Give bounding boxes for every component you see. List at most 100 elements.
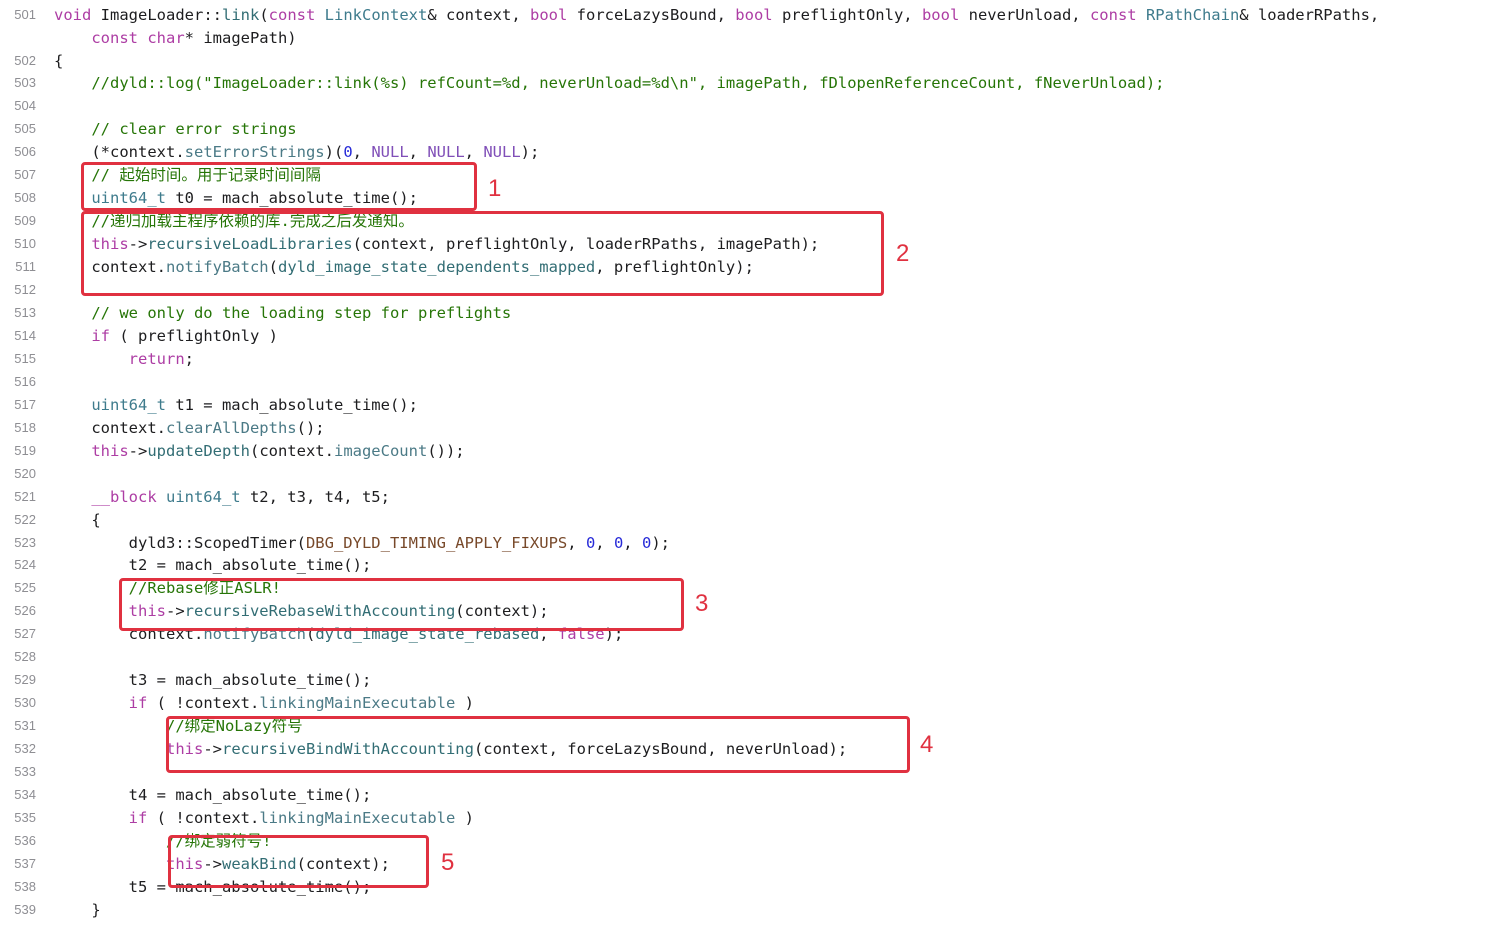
code-token: { [54,511,101,529]
code-token: link [222,6,260,24]
line-number: 538 [14,879,36,894]
line-number: 520 [14,466,36,481]
code-token: 0 [343,143,353,161]
code-token: )( [324,143,344,161]
code-line[interactable]: 501 void ImageLoader::link(const LinkCont… [0,4,1500,26]
code-token: ( [259,6,269,24]
code-token: preflightOnly, [781,6,922,24]
code-token: (context. [249,442,334,460]
line-number: 501 [14,7,36,22]
line-number: 524 [14,557,36,572]
code-text: dyld3::ScopedTimer(DBG_DYLD_TIMING_APPLY… [54,532,670,554]
code-token: 0 [613,534,624,552]
code-line[interactable]: 505 // clear error strings [0,118,1500,140]
code-token: (*context. [54,143,185,161]
code-line[interactable]: 524 t2 = mach_absolute_time(); [0,554,1500,576]
code-line[interactable]: 515 return; [0,348,1500,370]
code-text: t4 = mach_absolute_time(); [54,784,372,806]
line-number: 517 [14,397,36,412]
code-token: NULL [371,143,409,161]
code-token: if [128,809,148,827]
annotation-box-3 [119,578,684,631]
line-number: 506 [14,144,36,159]
code-token: if [91,327,110,345]
code-line[interactable]: 513 // we only do the loading step for p… [0,302,1500,324]
code-token: bool [921,6,969,24]
code-token: dyld3::ScopedTimer( [54,534,306,552]
code-token: ); [651,534,670,552]
code-token: ; [184,350,194,368]
code-line[interactable]: 522 { [0,509,1500,531]
code-text: uint64_t t1 = mach_absolute_time(); [54,394,418,416]
code-token: imageCount [333,442,428,460]
line-number: 533 [14,764,36,779]
code-line[interactable]: 502 { [0,50,1500,72]
line-number: 525 [14,580,36,595]
line-number: 530 [14,695,36,710]
code-token: linkingMainExecutable [259,694,456,712]
code-token: RPathChain [1145,6,1240,24]
code-token: , [595,534,614,552]
line-number: 531 [14,718,36,733]
code-token: ); [520,143,540,161]
code-token: const [1089,6,1146,24]
code-token: t4 = mach_absolute_time(); [54,786,372,804]
code-token: t3 = mach_absolute_time(); [54,671,372,689]
line-number: 504 [14,98,36,113]
code-token: t2 = mach_absolute_time(); [54,556,372,574]
line-number: 532 [14,741,36,756]
code-line[interactable]: 519 this->updateDepth(context.imageCount… [0,440,1500,462]
code-text: context.clearAllDepths(); [54,417,324,439]
code-token: DBG_DYLD_TIMING_APPLY_FIXUPS [305,534,568,552]
code-line[interactable]: 520 [0,463,1500,485]
code-line[interactable]: 528 [0,646,1500,668]
code-token: updateDepth [147,442,250,460]
code-token: context. [54,419,166,437]
code-line[interactable]: 535 if ( !context.linkingMainExecutable … [0,807,1500,829]
code-line[interactable]: 506 (*context.setErrorStrings)(0, NULL, … [0,141,1500,163]
code-text: (*context.setErrorStrings)(0, NULL, NULL… [54,141,539,163]
line-number: 509 [14,213,36,228]
code-line[interactable]: 539 } [0,899,1500,921]
code-line[interactable]: 504 [0,95,1500,117]
code-line[interactable]: const char* imagePath) [0,27,1500,49]
line-number: 536 [14,833,36,848]
annotation-box-1 [81,162,477,211]
code-line[interactable]: 517 uint64_t t1 = mach_absolute_time(); [0,394,1500,416]
code-line[interactable]: 529 t3 = mach_absolute_time(); [0,669,1500,691]
code-line[interactable]: 523 dyld3::ScopedTimer(DBG_DYLD_TIMING_A… [0,532,1500,554]
code-line[interactable]: 534 t4 = mach_absolute_time(); [0,784,1500,806]
annotation-number-5: 5 [441,849,455,876]
code-token: ) [455,809,474,827]
line-number: 534 [14,787,36,802]
code-line[interactable]: 518 context.clearAllDepths(); [0,417,1500,439]
code-line[interactable]: 516 [0,371,1500,393]
code-text: const char* imagePath) [54,27,297,49]
code-line[interactable]: 503 //dyld::log("ImageLoader::link(%s) r… [0,72,1500,94]
code-token: * imagePath) [184,29,297,47]
line-number: 503 [14,75,36,90]
line-number: 518 [14,420,36,435]
code-token: -> [128,442,148,460]
line-number: 523 [14,535,36,550]
code-line[interactable]: 530 if ( !context.linkingMainExecutable … [0,692,1500,714]
code-line[interactable]: 521 __block uint64_t t2, t3, t4, t5; [0,486,1500,508]
code-text: t3 = mach_absolute_time(); [54,669,372,691]
code-text: return; [54,348,194,370]
code-token: , [623,534,642,552]
code-token: this [91,442,129,460]
code-editor[interactable]: 501 void ImageLoader::link(const LinkCont… [0,0,1500,934]
code-line[interactable]: 514 if ( preflightOnly ) [0,325,1500,347]
